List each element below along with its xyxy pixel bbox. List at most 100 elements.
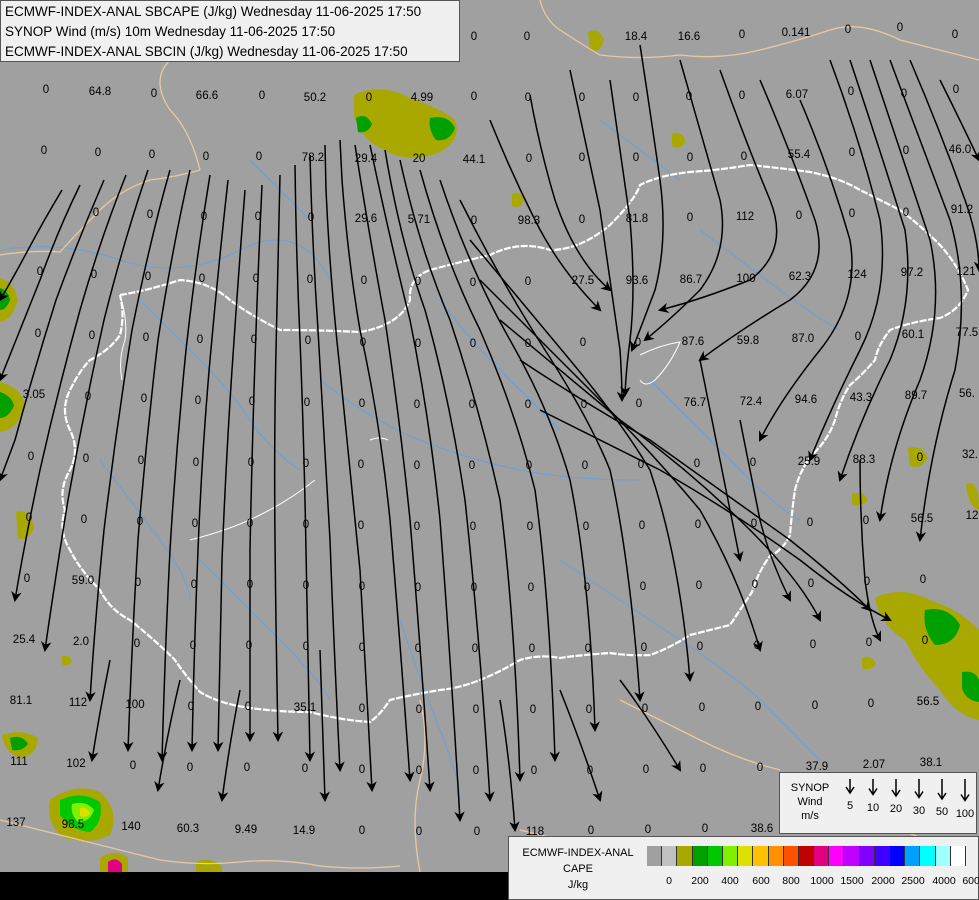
streamline (154, 679, 181, 793)
station-value: 121 (956, 266, 976, 278)
weather-map: 0 0 0 0 0 0 0 18.4 16.6 0 0.141 0 0 0 0 64.8 0 66.6 0 50.2 0… (0, 0, 979, 900)
station-value: 0 (806, 517, 814, 529)
station-value: 0 (136, 516, 144, 528)
arrow-down-icon (960, 779, 970, 802)
station-value: 0 (751, 579, 759, 591)
cape-swatch (859, 846, 875, 866)
station-value: 0 (471, 643, 479, 655)
station-value: 0 (686, 152, 694, 164)
station-value: 0 (583, 582, 591, 594)
station-value: 0 (307, 212, 315, 224)
cape-swatch (950, 846, 966, 866)
station-value: 0 (902, 207, 910, 219)
station-value: 62.3 (788, 271, 812, 283)
station-value: 0 (84, 391, 92, 403)
station-value: 0 (142, 332, 150, 344)
station-value: 5.71 (407, 214, 431, 226)
station-value: 0 (524, 399, 532, 411)
title-line-cin: ECMWF-INDEX-ANAL SBCIN (J/kg) Wednesday … (5, 44, 408, 59)
cape-tick: 4000 (932, 875, 956, 887)
station-value: 0 (358, 764, 366, 776)
station-value: 0 (144, 271, 152, 283)
station-value: 0 (94, 147, 102, 159)
cape-area-small-10 (196, 859, 222, 872)
station-value: 0 (698, 702, 706, 714)
station-value: 0 (186, 762, 194, 774)
station-value: 0 (192, 457, 200, 469)
station-value: 0 (863, 576, 871, 588)
station-value: 0 (642, 764, 650, 776)
station-value: 0 (88, 330, 96, 342)
cape-swatch (829, 846, 845, 866)
station-value: 18.4 (624, 31, 648, 43)
station-value: 0 (740, 151, 748, 163)
station-value: 0 (248, 396, 256, 408)
station-value: 0 (578, 152, 586, 164)
station-value: 0 (578, 92, 586, 104)
station-value: 0 (303, 397, 311, 409)
inner-borders (119, 294, 681, 541)
arrow-down-icon (845, 779, 855, 795)
station-value: 72.4 (739, 396, 763, 408)
station-value: 0 (246, 579, 254, 591)
station-value: 0 (809, 639, 817, 651)
streamline (419, 169, 560, 763)
station-value: 87.0 (791, 333, 815, 345)
station-value: 0 (753, 640, 761, 652)
streamline (909, 59, 979, 273)
station-value: 0 (529, 704, 537, 716)
station-value: 0 (357, 520, 365, 532)
station-value: 0 (196, 334, 204, 346)
streamlines (0, 44, 979, 833)
station-value: 0 (202, 151, 210, 163)
cape-legend-line-2: CAPE (563, 863, 593, 875)
station-value: 0 (580, 399, 588, 411)
station-value: 0 (685, 91, 693, 103)
station-value: 0 (40, 145, 48, 157)
station-value: 0 (200, 211, 208, 223)
wind-legend-value: 10 (866, 801, 880, 814)
station-value: 88.3 (852, 454, 876, 466)
wind-legend: SYNOP Wind m/s 5 10 20 30 50 100 (779, 772, 977, 834)
station-value: 0 (415, 704, 423, 716)
station-value: 0 (468, 399, 476, 411)
station-value: 0 (146, 209, 154, 221)
streamline (40, 169, 149, 653)
station-value: 0 (738, 90, 746, 102)
station-value: 0 (951, 29, 959, 41)
station-value: 0 (632, 92, 640, 104)
station-value: 0 (634, 337, 642, 349)
station-value: 0 (414, 338, 422, 350)
station-value: 97.2 (900, 267, 924, 279)
cape-swatch (738, 846, 754, 866)
station-value: 100 (736, 273, 756, 285)
station-value: 0 (255, 151, 263, 163)
station-value: 0 (469, 277, 477, 289)
wind-legend-value: 5 (846, 800, 854, 812)
wind-legend-arrow: 100 (953, 779, 977, 820)
cape-area-small-5 (966, 483, 979, 510)
wind-legend-line-1: SYNOP (790, 782, 830, 794)
station-value: 25.9 (797, 456, 821, 468)
cape-legend-line-3: J/kg (567, 879, 589, 891)
station-value: 0 (921, 635, 929, 647)
station-value: 0 (365, 92, 373, 104)
streamline (459, 199, 645, 703)
station-value: 0 (23, 573, 31, 585)
station-value: 0 (301, 763, 309, 775)
station-value: 0 (413, 521, 421, 533)
station-value: 0 (150, 88, 158, 100)
station-value: 0 (639, 581, 647, 593)
station-value: 98.5 (61, 819, 85, 831)
station-value: 76.7 (683, 397, 707, 409)
station-value: 0 (243, 762, 251, 774)
station-value: 64.8 (88, 86, 112, 98)
station-value: 55.4 (787, 149, 811, 161)
station-value: 0 (148, 149, 156, 161)
station-value: 12 (965, 510, 979, 522)
wind-legend-value: 20 (889, 803, 903, 815)
station-value: 0 (699, 763, 707, 775)
wind-legend-arrows: 5 10 20 30 50 100 (838, 779, 974, 829)
station-value: 44.1 (462, 154, 486, 166)
station-value: 0 (358, 581, 366, 593)
